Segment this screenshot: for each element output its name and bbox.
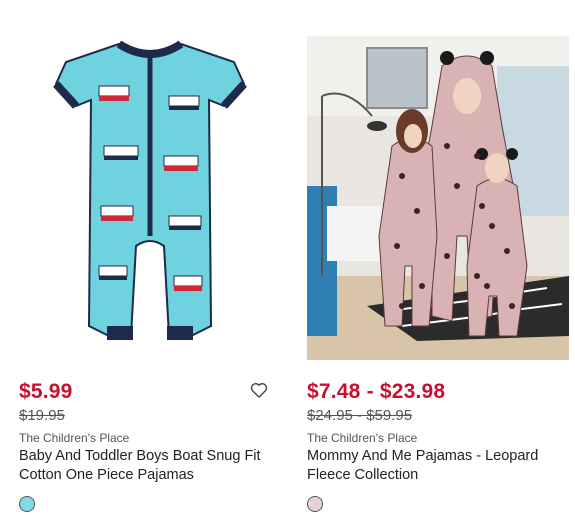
- original-price: $19.95: [19, 407, 65, 424]
- color-swatch[interactable]: [307, 496, 323, 512]
- sale-price: $7.48 - $23.98: [307, 380, 446, 403]
- product-image-boat-pajamas[interactable]: [19, 36, 281, 360]
- heart-outline-icon[interactable]: [249, 380, 269, 400]
- color-swatch[interactable]: [19, 496, 35, 512]
- brand-name: The Children's Place: [19, 431, 130, 445]
- product-title-link[interactable]: Baby And Toddler Boys Boat Snug Fit Cott…: [19, 447, 281, 485]
- product-title-link[interactable]: Mommy And Me Pajamas - Leopard Fleece Co…: [307, 447, 569, 485]
- product-image-leopard-pajamas[interactable]: [307, 36, 569, 360]
- sale-price: $5.99: [19, 380, 73, 403]
- brand-name: The Children's Place: [307, 431, 418, 445]
- original-price: $24.95 - $59.95: [307, 407, 413, 424]
